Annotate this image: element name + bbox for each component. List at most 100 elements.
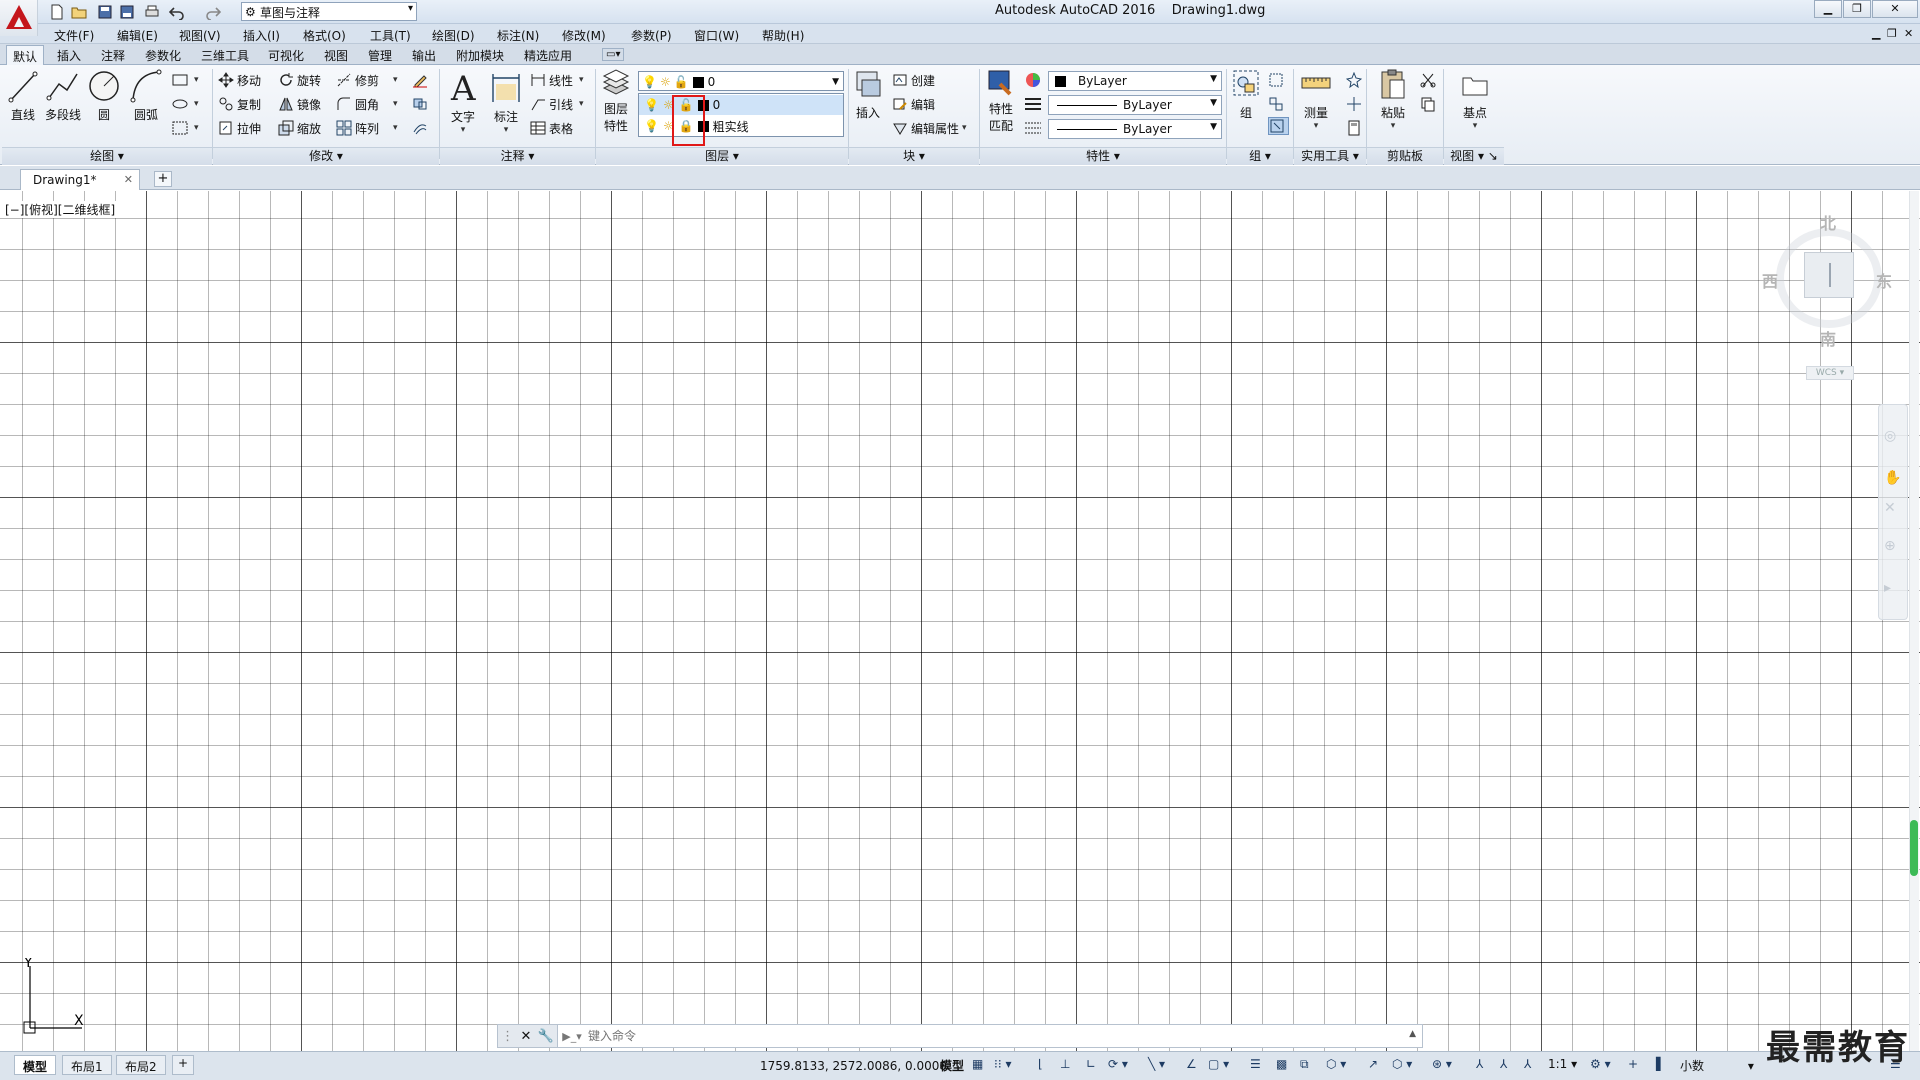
units-dropdown[interactable]: 小数 ▾ — [1680, 1057, 1754, 1074]
cut-icon[interactable] — [1420, 71, 1439, 89]
rotate-tool[interactable]: 旋转 — [278, 71, 321, 89]
viewcube-top-face[interactable] — [1804, 252, 1854, 298]
tab-manage[interactable]: 管理 — [368, 47, 392, 64]
dynamic-input-icon[interactable]: ⊥ — [1060, 1057, 1070, 1071]
tab-view[interactable]: 视图 — [324, 47, 348, 64]
showmotion-icon[interactable]: ▸ — [1884, 580, 1891, 596]
menu-insert[interactable]: 插入(I) — [243, 27, 280, 44]
array-tool[interactable]: 阵列 ▾ — [336, 119, 398, 137]
copy-tool[interactable]: 复制 — [218, 95, 261, 113]
tab-3d-tools[interactable]: 三维工具 — [201, 47, 249, 64]
match-properties-tool[interactable]: 特性 匹配 — [984, 68, 1018, 134]
new-file-icon[interactable] — [48, 3, 66, 20]
doc-close-button[interactable]: ✕ — [1904, 27, 1913, 40]
undo-icon[interactable] — [168, 3, 186, 20]
linetype-dropdown[interactable]: ByLayer ▼ — [1048, 119, 1222, 139]
ortho-icon[interactable]: ∟ — [1086, 1057, 1096, 1071]
add-layout-button[interactable]: + — [172, 1055, 195, 1075]
point-coordinates-icon[interactable] — [1346, 95, 1365, 113]
grip-handle-icon[interactable]: ⋮ — [501, 1029, 514, 1044]
menu-help[interactable]: 帮助(H) — [762, 27, 804, 44]
insert-block-tool[interactable]: 插入 — [852, 68, 884, 121]
gizmo-icon[interactable]: ⊛ ▾ — [1432, 1057, 1452, 1071]
tab-annotate[interactable]: 注释 — [101, 47, 125, 64]
compass-south[interactable]: 南 — [1820, 326, 1836, 350]
infer-constraints-icon[interactable]: ⌊ — [1038, 1057, 1043, 1071]
bulb-on-icon[interactable]: 💡 — [644, 98, 659, 112]
dimension-tool[interactable]: 标注 ▾ — [490, 68, 522, 135]
dynamic-ucs-icon[interactable]: ↗ — [1368, 1057, 1378, 1071]
command-prompt-icon[interactable]: ▶_▾ — [558, 1030, 586, 1043]
circle-tool[interactable]: 圆 — [88, 68, 120, 123]
copy-clip-icon[interactable] — [1420, 95, 1439, 113]
print-icon[interactable] — [143, 3, 161, 20]
workspace-dropdown[interactable]: ⚙ 草图与注释 ▾ — [241, 2, 417, 21]
workspace-switch-icon[interactable]: ⚙ ▾ — [1590, 1057, 1611, 1071]
object-snap-icon[interactable]: ▢ ▾ — [1208, 1057, 1229, 1071]
wrench-icon[interactable]: 🔧 — [538, 1029, 554, 1044]
snap-icon[interactable]: ⁝⁝ ▾ — [994, 1057, 1011, 1071]
close-icon[interactable]: ✕ — [520, 1029, 531, 1044]
rectangle-tool[interactable]: ▾ — [172, 71, 199, 89]
fillet-tool[interactable]: 圆角 ▾ — [336, 95, 398, 113]
group-edit-icon[interactable] — [1268, 95, 1287, 113]
file-tab-drawing1[interactable]: Drawing1* ✕ — [20, 169, 140, 190]
layer-list-item[interactable]: 💡 ☼ 🔓 0 — [639, 95, 843, 115]
linear-dimension-tool[interactable]: 线性 ▾ — [530, 71, 584, 89]
grid-icon[interactable]: ▦ — [972, 1057, 983, 1071]
minimize-button[interactable]: ▁ — [1814, 0, 1842, 18]
auto-scale-icon[interactable]: ⅄ — [1500, 1057, 1507, 1071]
paste-tool[interactable]: 粘贴 ▾ — [1376, 68, 1410, 131]
offset-tool[interactable] — [412, 119, 431, 137]
object-snap-tracking-icon[interactable]: ∠ — [1186, 1057, 1197, 1071]
edit-block-tool[interactable]: 编辑 — [892, 95, 935, 113]
viewport-controls[interactable]: [−][俯视][二维线框] — [4, 201, 117, 218]
pan-hand-icon[interactable]: ✋ — [1884, 470, 1901, 486]
polyline-tool[interactable]: 多段线 — [44, 68, 82, 123]
zoom-extents-icon[interactable]: ✕ — [1884, 500, 1896, 516]
color-dropdown[interactable]: ByLayer ▼ — [1048, 71, 1222, 91]
3d-osnap-icon[interactable]: ⬡ ▾ — [1326, 1057, 1346, 1071]
group-select-toggle-icon[interactable] — [1268, 117, 1289, 135]
tab-home[interactable]: 默认 — [6, 45, 45, 66]
layer-properties-tool[interactable]: 图层 特性 — [600, 68, 632, 134]
move-tool[interactable]: 移动 — [218, 71, 261, 89]
doc-restore-button[interactable]: ❐ — [1887, 27, 1897, 40]
tab-featured-apps[interactable]: 精选应用 — [524, 47, 572, 64]
redo-icon[interactable] — [204, 3, 222, 20]
layers-panel-title[interactable]: 图层 ▾ — [596, 147, 848, 165]
command-input[interactable] — [586, 1028, 1386, 1044]
menu-file[interactable]: 文件(F) — [54, 27, 94, 44]
tab-insert[interactable]: 插入 — [57, 47, 81, 64]
layout-tab-layout2[interactable]: 布局2 — [116, 1055, 166, 1075]
polar-icon[interactable]: ⟳ ▾ — [1108, 1057, 1128, 1071]
ellipse-tool[interactable]: ▾ — [172, 95, 199, 113]
menu-window[interactable]: 窗口(W) — [694, 27, 739, 44]
explode-tool[interactable] — [412, 95, 431, 113]
compass-east[interactable]: 东 — [1876, 268, 1892, 292]
create-block-tool[interactable]: 创建 — [892, 71, 935, 89]
layout-tab-layout1[interactable]: 布局1 — [62, 1055, 112, 1075]
open-folder-icon[interactable] — [70, 3, 88, 20]
maximize-button[interactable]: ❐ — [1843, 0, 1871, 18]
wcs-menu-button[interactable]: WCS ▾ — [1806, 366, 1854, 380]
save-as-icon[interactable] — [118, 3, 136, 20]
lineweight-dropdown[interactable]: ByLayer ▼ — [1048, 95, 1222, 115]
compass-west[interactable]: 西 — [1762, 268, 1778, 292]
transparency-icon[interactable]: ▩ — [1276, 1057, 1287, 1071]
doc-minimize-button[interactable]: ▁ — [1872, 27, 1880, 40]
block-panel-title[interactable]: 块 ▾ — [849, 147, 979, 165]
menu-draw[interactable]: 绘图(D) — [432, 27, 475, 44]
modify-panel-title[interactable]: 修改 ▾ — [213, 147, 439, 165]
coordinate-readout[interactable]: 1759.8133, 2572.0086, 0.0000 — [760, 1059, 947, 1073]
base-view-tool[interactable]: 基点 ▾ — [1458, 68, 1492, 131]
application-menu-button[interactable] — [0, 0, 38, 36]
close-icon[interactable]: ✕ — [124, 173, 133, 186]
menu-parametric[interactable]: 参数(P) — [631, 27, 672, 44]
chevron-up-icon[interactable]: ▲ — [1409, 1029, 1416, 1039]
arc-tool[interactable]: 圆弧 — [128, 68, 164, 123]
calculator-icon[interactable] — [1346, 119, 1365, 137]
annotation-visibility-icon[interactable]: ⅄ — [1476, 1057, 1483, 1071]
layer-list-item[interactable]: 💡 ☼ 🔒 粗实线 — [639, 116, 843, 136]
tab-visualize[interactable]: 可视化 — [268, 47, 304, 64]
